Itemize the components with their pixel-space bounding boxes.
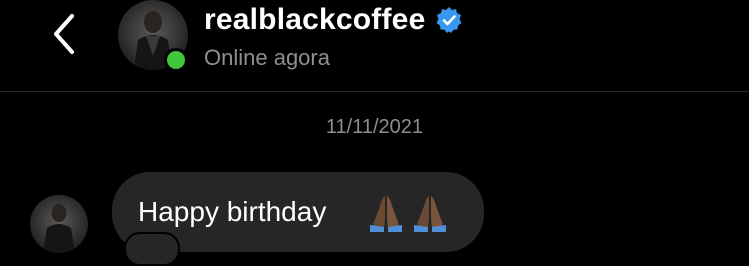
chevron-left-icon bbox=[54, 14, 74, 54]
username: realblackcoffee bbox=[204, 3, 426, 36]
verified-badge-icon bbox=[436, 7, 462, 33]
header-divider bbox=[0, 91, 749, 92]
folded-hands-icon bbox=[370, 196, 402, 232]
profile-photo-icon bbox=[30, 195, 88, 253]
date-separator: 11/11/2021 bbox=[325, 116, 424, 138]
chat-header: realblackcoffee Online agora bbox=[0, 0, 749, 90]
online-indicator bbox=[164, 48, 188, 72]
message-text: Happy birthday bbox=[138, 196, 327, 227]
username-row[interactable]: realblackcoffee bbox=[204, 2, 463, 38]
message-reaction[interactable] bbox=[124, 232, 180, 266]
back-button[interactable] bbox=[44, 12, 84, 56]
online-status: Online agora bbox=[204, 45, 330, 70]
message-sender-avatar[interactable] bbox=[30, 195, 88, 253]
folded-hands-icon bbox=[414, 196, 446, 232]
online-dot-icon bbox=[167, 51, 185, 69]
